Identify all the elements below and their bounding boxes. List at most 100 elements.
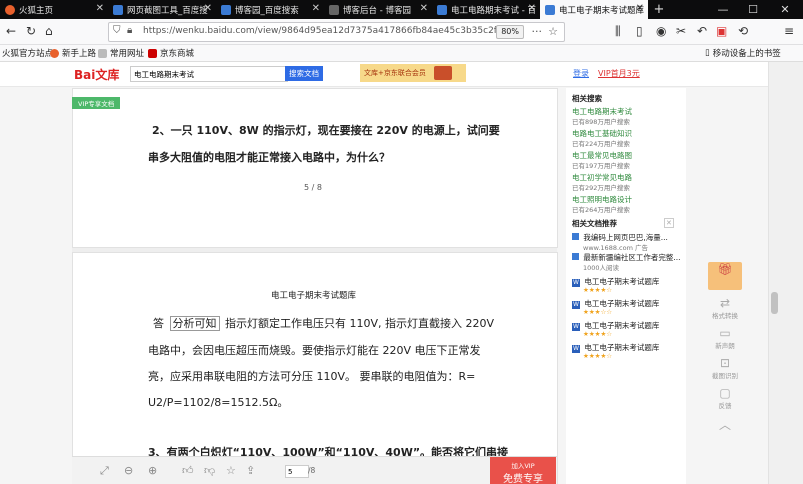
read-aloud-button[interactable]: ▭ 新声朗 [708, 326, 742, 350]
related-doc-label: 电工电子期末考试题库 [584, 299, 660, 308]
star-icon[interactable]: ☆ [548, 25, 558, 38]
document-page-5: VIP专享文档 2、一只 110V、8W 的指示灯，现在要接在 220V 的电源… [72, 88, 558, 248]
bookmark-mobile[interactable]: ▯ 移动设备上的书签 [705, 47, 781, 59]
vip-link[interactable]: VIP首月3元 [598, 68, 640, 79]
promo-gift-icon[interactable]: 🎁︎ [708, 262, 742, 290]
tab-label: 电工电子期末考试题库 [559, 5, 645, 16]
answer-line1: 答 分析可知 指示灯额定工作电压只有 110V, 指示灯直截接入 220V [153, 315, 494, 331]
tab-firefox-home[interactable]: 火狐主页 ✕ [0, 0, 108, 19]
question-2-line1: 2、一只 110V、8W 的指示灯，现在要接在 220V 的电源上，试问要 [152, 124, 500, 137]
undo-icon[interactable]: ↶ [697, 24, 707, 38]
vip-small-label: 加入VIP [511, 462, 535, 470]
tool-label: 新声朗 [715, 342, 735, 350]
sidebar-icon[interactable]: ▯ [636, 24, 643, 38]
share-icon[interactable]: ⇪ [246, 464, 255, 477]
zoom-in-icon[interactable]: ⊕ [148, 464, 157, 477]
url-bar[interactable]: ⛉ 🔒︎ https://wenku.baidu.com/view/9864d9… [108, 22, 565, 42]
page-input[interactable] [285, 465, 309, 478]
navigation-bar: ← ↻ ⌂ ⛉ 🔒︎ https://wenku.baidu.com/view/… [0, 19, 803, 45]
star-icon[interactable]: ☆ [226, 464, 236, 477]
rating-stars: ★★★☆☆ [583, 308, 613, 316]
bookmark-jd[interactable]: 京东商城 [148, 47, 194, 59]
lock-icon: 🔒︎ [127, 25, 133, 36]
bookmark-common-sites[interactable]: 常用网址 [98, 47, 144, 59]
tab-circuit-exam[interactable]: 电工电路期末考试 - 百 ✕ [432, 0, 540, 19]
tab-screenshot-search[interactable]: 网页截图工具_百度搜 ✕ [108, 0, 216, 19]
scrollbar-thumb[interactable] [771, 292, 778, 314]
related-search-title: 相关搜索 [572, 94, 602, 103]
jd-icon [148, 48, 157, 58]
tab-cnblogs-search[interactable]: 博客园_百度搜索 ✕ [216, 0, 324, 19]
new-tab-plus-icon[interactable]: + [648, 0, 670, 19]
reload-icon[interactable]: ↻ [26, 24, 36, 38]
close-icon[interactable]: ✕ [664, 218, 674, 228]
close-icon[interactable]: ✕ [420, 3, 428, 14]
feedback-button[interactable]: ▢ 反馈 [708, 386, 742, 410]
speaker-icon: ▭ [719, 326, 731, 340]
tab-label: 博客园_百度搜索 [235, 5, 299, 16]
search-docs-button[interactable]: 搜索文档 [285, 66, 323, 81]
url-text: https://wenku.baidu.com/view/9864d95ea12… [143, 26, 511, 36]
bookmark-firefox-site[interactable]: 火狐官方站点 [2, 47, 53, 59]
bookmark-getting-started[interactable]: 新手上路 [50, 47, 96, 59]
baidu-paw-icon [113, 4, 123, 15]
vip-big-label: 免费专享 [503, 474, 543, 484]
close-icon[interactable]: ✕ [96, 3, 104, 14]
vip-badge: VIP专享文档 [72, 97, 121, 109]
crop-icon: ⊡ [719, 356, 731, 370]
baidu-wenku-logo[interactable]: Bai文库 [74, 66, 119, 83]
vip-free-button[interactable]: 加入VIP 免费专享 [490, 457, 556, 484]
question-2-line2: 串多大阻值的电阻才能正常接入电路中，为什么？ [148, 151, 390, 164]
zoom-out-icon[interactable]: ⊖ [124, 464, 133, 477]
bookmark-label: 新手上路 [62, 49, 97, 59]
answer-highlight: 分析可知 [169, 316, 220, 331]
search-input[interactable] [130, 66, 288, 82]
bookmark-label: 常用网址 [110, 49, 145, 59]
maximize-icon[interactable]: ☐ [738, 0, 768, 19]
home-icon[interactable]: ⌂ [45, 24, 53, 38]
library-icon[interactable]: ⫼ [615, 24, 621, 39]
page-actions-icon[interactable]: ··· [532, 25, 543, 38]
bookmark-label: 京东商城 [160, 49, 195, 59]
screenshot-icon[interactable]: ✂ [676, 24, 686, 38]
page-title: 电工电子期末考试题库 [271, 291, 357, 301]
related-search-count: 已有292万用户搜索 [572, 184, 630, 192]
close-icon[interactable]: ✕ [636, 3, 644, 14]
related-doc-label: 我编码上网页巴巴,海量... [583, 233, 668, 242]
related-search-count: 已有224万用户搜索 [572, 140, 630, 148]
thumbs-up-icon[interactable]: 👍︎ [182, 464, 194, 477]
firefox-icon [5, 4, 15, 15]
close-window-icon[interactable]: ✕ [770, 0, 800, 19]
tab-cnblogs-admin[interactable]: 博客后台 - 博客园 ✕ [324, 0, 432, 19]
word-doc-icon: W [572, 301, 580, 309]
bookmark-label: 移动设备上的书签 [712, 49, 781, 59]
fullscreen-icon[interactable]: ⤢ [100, 464, 109, 478]
floating-tools: 🎁︎ ⇄ 格式转换 ▭ 新声朗 ⊡ 截图识别 ▢ 反馈 ︿ [708, 262, 742, 442]
account-icon[interactable]: ◉ [656, 24, 666, 38]
answer-label: 答 [153, 317, 164, 330]
ad-text: 文库+京东联合会员 [364, 69, 426, 77]
zoom-level[interactable]: 80% [496, 25, 524, 39]
minimize-icon[interactable]: — [708, 0, 738, 19]
wenku-header: Bai文库 搜索文档 文库+京东联合会员 登录 VIP首月3元 [0, 62, 768, 87]
doc-toolbar: ⤢ ⊖ ⊕ 👍︎ 👎︎ ☆ ⇪ /8 加入VIP 免费专享 [72, 456, 557, 484]
cnblogs-icon [329, 4, 339, 15]
ad-banner[interactable]: 文库+京东联合会员 [360, 64, 466, 82]
extension-icon[interactable]: ▣ [716, 24, 727, 38]
back-arrow-icon[interactable]: ← [6, 24, 16, 38]
close-icon[interactable]: ✕ [312, 3, 320, 14]
format-convert-button[interactable]: ⇄ 格式转换 [708, 296, 742, 320]
doc-icon [572, 233, 579, 240]
thumbs-down-icon[interactable]: 👎︎ [204, 464, 215, 477]
login-link[interactable]: 登录 [573, 68, 589, 79]
tab-electronics-exam[interactable]: 电工电子期末考试题库 ✕ [540, 0, 648, 19]
screenshot-ocr-button[interactable]: ⊡ 截图识别 [708, 356, 742, 380]
back-to-top-button[interactable]: ︿ [708, 416, 742, 433]
close-icon[interactable]: ✕ [528, 3, 536, 14]
baidu-paw-icon [221, 4, 231, 15]
tab-label: 网页截图工具_百度搜 [127, 5, 208, 16]
close-icon[interactable]: ✕ [204, 3, 212, 14]
menu-icon[interactable]: ≡ [784, 24, 794, 38]
rating-stars: ★★★★☆ [583, 352, 613, 360]
sync-icon[interactable]: ⟲ [738, 24, 748, 38]
